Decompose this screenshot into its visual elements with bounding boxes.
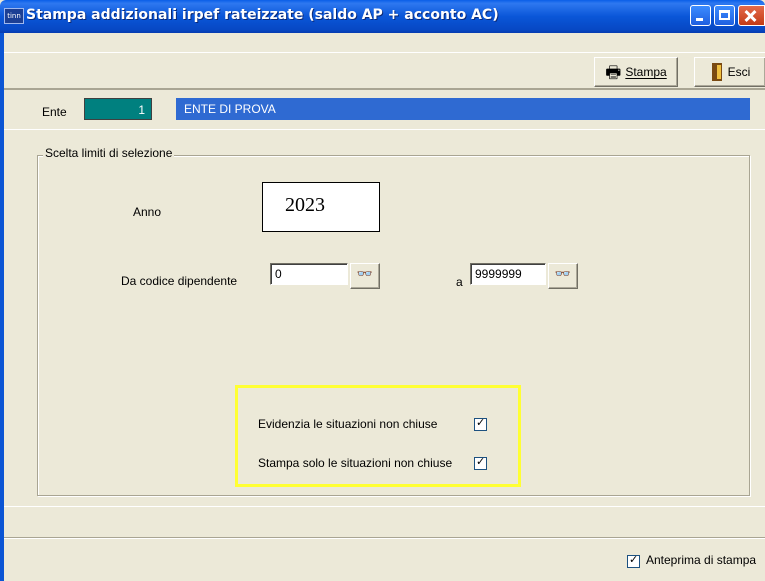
- codice-to-lookup-button[interactable]: 👓: [548, 263, 578, 289]
- highlight-box: [235, 385, 521, 487]
- glasses-icon: 👓: [356, 267, 374, 282]
- separator: [4, 538, 765, 539]
- preview-checkbox[interactable]: [627, 553, 640, 568]
- evidenzia-checkbox[interactable]: [474, 416, 487, 431]
- title-bar[interactable]: tinn Stampa addizionali irpef rateizzate…: [0, 0, 765, 33]
- exit-button-label: Esci: [727, 65, 751, 79]
- close-button[interactable]: [738, 5, 765, 26]
- minimize-button[interactable]: [690, 5, 711, 26]
- ente-label: Ente: [42, 105, 67, 119]
- anno-label: Anno: [133, 205, 162, 219]
- app-icon[interactable]: tinn: [4, 8, 24, 24]
- window-title: Stampa addizionali irpef rateizzate (sal…: [26, 7, 499, 23]
- maximize-button[interactable]: [714, 5, 735, 26]
- codice-from-input[interactable]: 0: [270, 263, 348, 285]
- print-button[interactable]: 🖶 Stampa: [594, 57, 678, 87]
- printer-icon: 🖶: [605, 62, 622, 82]
- codice-to-label: a: [456, 275, 463, 289]
- toolbar: 🖶 Stampa Esci: [4, 52, 765, 90]
- print-button-label: Stampa: [625, 65, 667, 79]
- ente-code-field[interactable]: 1: [84, 98, 152, 120]
- codice-to-input[interactable]: 9999999: [470, 263, 546, 285]
- evidenzia-label: Evidenzia le situazioni non chiuse: [258, 417, 438, 431]
- glasses-icon: 👓: [554, 267, 572, 282]
- preview-label: Anteprima di stampa: [646, 553, 757, 567]
- solo-non-chiuse-checkbox[interactable]: [474, 455, 487, 470]
- ente-row: Ente 1 ENTE DI PROVA: [4, 88, 765, 130]
- solo-non-chiuse-label: Stampa solo le situazioni non chiuse: [258, 456, 453, 470]
- door-exit-icon: [710, 63, 724, 81]
- ente-name-field: ENTE DI PROVA: [176, 98, 750, 120]
- codice-from-lookup-button[interactable]: 👓: [350, 263, 380, 289]
- codice-from-label: Da codice dipendente: [121, 274, 238, 288]
- selection-group-title: Scelta limiti di selezione: [43, 146, 175, 160]
- anno-field[interactable]: 2023: [262, 182, 380, 232]
- exit-button[interactable]: Esci: [694, 57, 765, 87]
- separator: [4, 506, 765, 507]
